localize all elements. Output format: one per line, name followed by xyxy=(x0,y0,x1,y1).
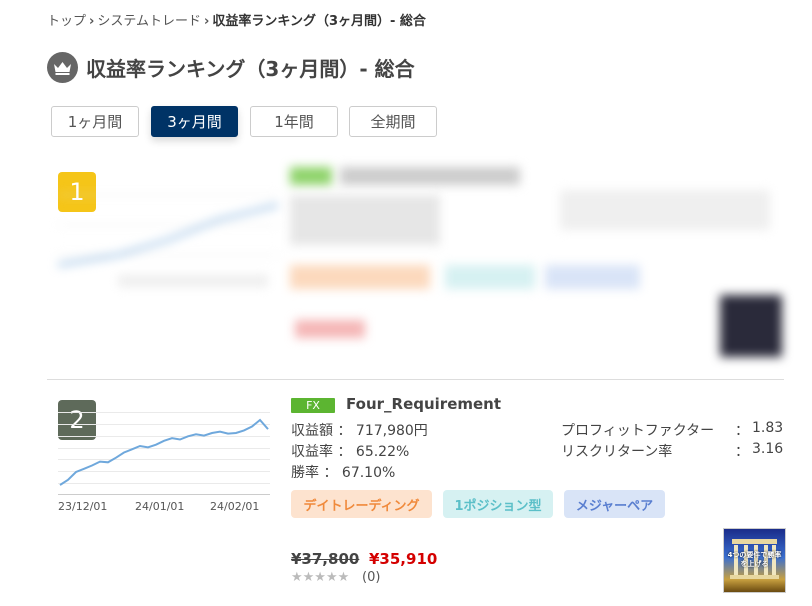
review-count[interactable]: (0) xyxy=(362,570,380,585)
product-thumbnail[interactable]: 4つの要件で勝率を上げる xyxy=(723,528,786,593)
stat-risk-return-label: リスクリターン率 xyxy=(561,444,673,460)
breadcrumb-separator: › xyxy=(89,14,95,29)
stat-win-rate: 勝率 ： 67.10% xyxy=(291,462,395,482)
blurred-tag xyxy=(290,265,430,289)
stat-label: 勝率 xyxy=(291,465,319,481)
blurred-tag xyxy=(445,265,535,289)
stat-profit-amount: 収益額 ： 717,980円 xyxy=(291,420,428,440)
original-price: ¥37,800 xyxy=(291,550,360,568)
blurred-thumbnail xyxy=(720,295,782,357)
x-tick-label: 24/02/01 xyxy=(210,500,260,513)
divider xyxy=(47,379,784,380)
stat-profit-factor-value: 1.83 xyxy=(752,420,784,436)
crown-icon xyxy=(47,51,78,83)
ranking-item-1[interactable]: 1 xyxy=(0,155,812,375)
breadcrumb: トップ › システムトレード › 収益率ランキング（3ヶ月間）- 総合 xyxy=(47,10,426,29)
blurred-name xyxy=(340,167,520,185)
tag-day-trading[interactable]: デイトレーディング xyxy=(291,490,432,518)
x-tick-label: 24/01/01 xyxy=(135,500,185,513)
page-title: 収益率ランキング（3ヶ月間）- 総合 xyxy=(86,56,415,81)
stat-profit-rate: 収益率 ： 65.22% xyxy=(291,441,409,461)
fx-badge: FX xyxy=(291,398,335,413)
tab-1-year[interactable]: 1年間 xyxy=(250,106,338,137)
stat-label: 収益率 xyxy=(291,444,333,460)
blurred-chart xyxy=(58,194,279,287)
blurred-price xyxy=(295,320,365,338)
series-line xyxy=(59,418,269,486)
stat-value: 717,980円 xyxy=(355,423,428,439)
stat-risk-return-value: 3.16 xyxy=(752,441,784,457)
page-header: 収益率ランキング（3ヶ月間）- 総合 xyxy=(47,51,415,83)
stat-value: 65.22% xyxy=(355,444,410,460)
tab-3-months[interactable]: 3ヶ月間 xyxy=(151,106,238,137)
performance-chart xyxy=(58,412,270,495)
blurred-stats xyxy=(290,195,440,245)
stat-label: 収益額 xyxy=(291,423,333,439)
stat-colon: ： xyxy=(735,444,749,460)
stat-colon: ： xyxy=(337,423,352,439)
stat-colon: ： xyxy=(735,423,749,439)
breadcrumb-link-top[interactable]: トップ xyxy=(47,14,86,29)
breadcrumb-current: 収益率ランキング（3ヶ月間）- 総合 xyxy=(212,14,426,29)
tag-one-position[interactable]: 1ポジション型 xyxy=(443,490,553,518)
stat-value: 67.10% xyxy=(341,465,396,481)
blurred-tag xyxy=(545,265,640,289)
sale-price: ¥35,910 xyxy=(369,550,438,568)
x-tick-label: 23/12/01 xyxy=(58,500,108,513)
blurred-badge xyxy=(290,167,332,185)
breadcrumb-link-system-trade[interactable]: システムトレード xyxy=(97,14,201,29)
rating-stars-icon: ★★★★★ xyxy=(291,570,350,585)
tag-major-pair[interactable]: メジャーペア xyxy=(564,490,665,518)
tab-all-period[interactable]: 全期間 xyxy=(349,106,437,137)
stat-colon: ： xyxy=(323,465,338,481)
system-name-link[interactable]: Four_Requirement xyxy=(346,395,501,413)
stat-colon: ： xyxy=(337,444,352,460)
blurred-stats-right xyxy=(560,190,770,230)
tab-1-month[interactable]: 1ヶ月間 xyxy=(51,106,139,137)
stat-profit-factor-label: プロフィットファクター xyxy=(561,423,715,439)
breadcrumb-separator: › xyxy=(204,14,210,29)
thumbnail-text: 4つの要件で勝率を上げる xyxy=(727,551,782,568)
